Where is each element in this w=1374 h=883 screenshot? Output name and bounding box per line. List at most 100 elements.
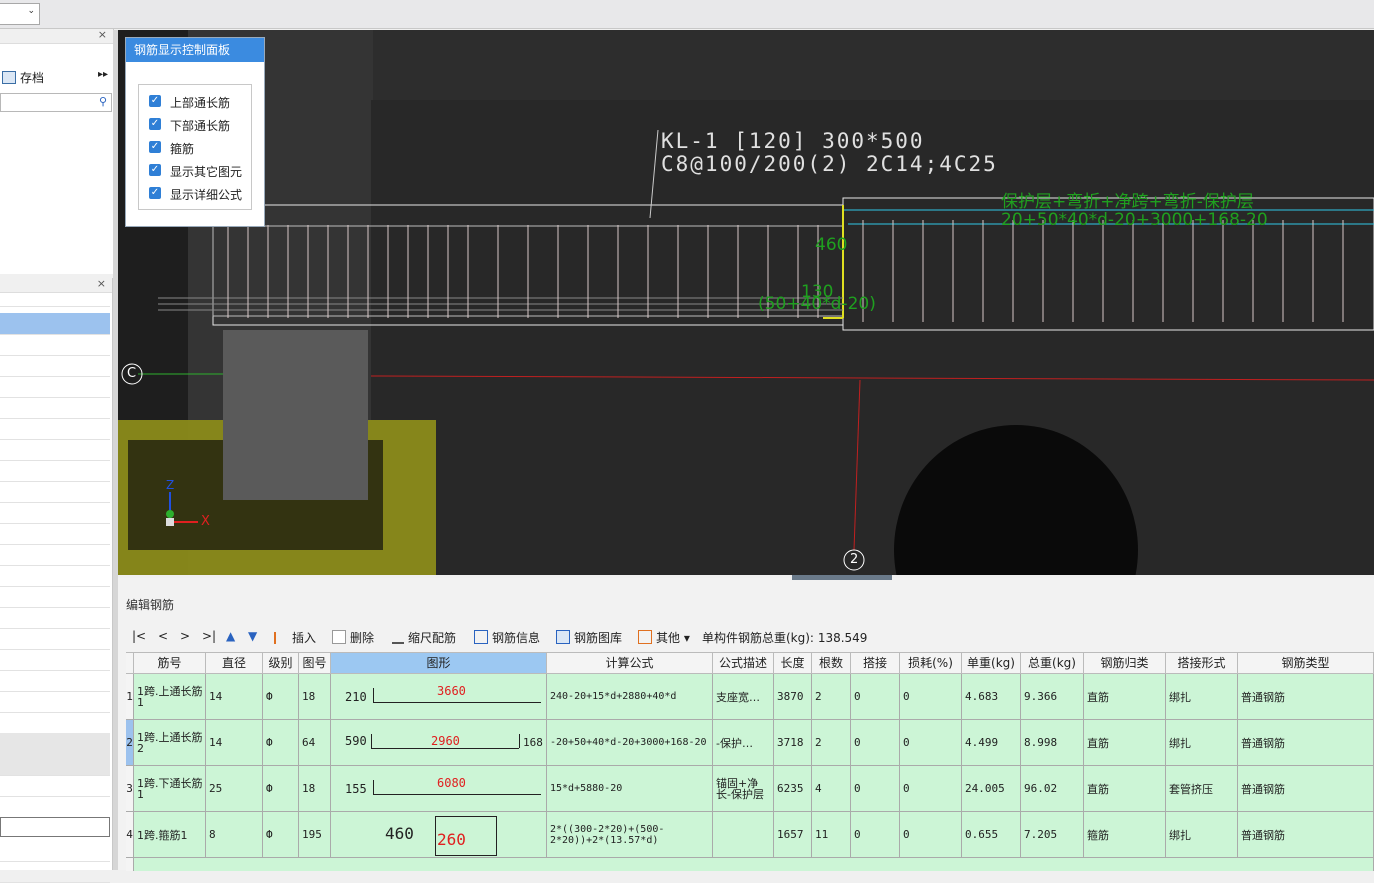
list-item[interactable] xyxy=(0,355,110,377)
list-item[interactable] xyxy=(0,861,110,883)
cell-total-weight[interactable]: 9.366 xyxy=(1021,674,1084,720)
cell-lap[interactable]: 0 xyxy=(851,766,900,812)
cell-rebar-type[interactable]: 普通钢筋 xyxy=(1238,674,1374,720)
list-item[interactable] xyxy=(0,607,110,629)
cell-bar-name[interactable]: 1跨.箍筋1 xyxy=(134,812,206,858)
cell-formula-desc[interactable]: -保护… xyxy=(713,720,774,766)
list-item[interactable] xyxy=(0,292,110,307)
column-header[interactable]: 根数 xyxy=(812,653,851,674)
cell-rebar-type[interactable]: 普通钢筋 xyxy=(1238,766,1374,812)
cell-lap[interactable]: 0 xyxy=(851,674,900,720)
list-item[interactable] xyxy=(0,565,110,587)
list-item[interactable] xyxy=(0,439,110,461)
cell-formula[interactable]: -20+50+40*d-20+3000+168-20 xyxy=(547,720,713,766)
cell-formula[interactable]: 240-20+15*d+2880+40*d xyxy=(547,674,713,720)
move-up-icon[interactable]: ▲ xyxy=(226,629,235,643)
row-number[interactable]: 3 xyxy=(126,766,134,812)
cell-bar-name[interactable]: 1跨.上通长筋2 xyxy=(134,720,206,766)
cell-category[interactable]: 直筋 xyxy=(1084,674,1166,720)
cell-length[interactable]: 1657 xyxy=(774,812,812,858)
cell-category[interactable]: 箍筋 xyxy=(1084,812,1166,858)
close-icon[interactable]: × xyxy=(98,28,107,41)
column-header[interactable]: 损耗(%) xyxy=(900,653,962,674)
cell-count[interactable]: 2 xyxy=(812,720,851,766)
list-item[interactable] xyxy=(0,313,110,335)
delete-button[interactable]: 删除 xyxy=(332,629,374,646)
search-input[interactable]: ⚲ xyxy=(0,93,112,112)
cell-unit-weight[interactable]: 4.499 xyxy=(962,720,1021,766)
column-header[interactable]: 钢筋归类 xyxy=(1084,653,1166,674)
floor-select[interactable]: ⌄ xyxy=(0,3,40,25)
cell-lap-type[interactable]: 套管挤压 xyxy=(1166,766,1238,812)
cell-figure-no[interactable]: 18 xyxy=(299,766,331,812)
list-item[interactable] xyxy=(0,418,110,440)
list-item[interactable] xyxy=(0,397,110,419)
cell-shape[interactable]: 590 2960 168 xyxy=(331,720,547,766)
checkbox-checked-icon[interactable]: ✓ xyxy=(149,141,161,153)
list-item[interactable] xyxy=(0,649,110,671)
insert-button[interactable]: 插入 xyxy=(274,629,316,646)
list-item[interactable] xyxy=(0,481,110,503)
list-item[interactable] xyxy=(0,460,110,482)
column-header[interactable]: 直径(mm) xyxy=(206,653,263,691)
cell-lap-type[interactable]: 绑扎 xyxy=(1166,812,1238,858)
list-item[interactable] xyxy=(0,840,110,862)
cell-grade[interactable]: Ф xyxy=(263,812,299,858)
cell-figure-no[interactable]: 18 xyxy=(299,674,331,720)
list-item[interactable] xyxy=(0,796,110,818)
cell-count[interactable]: 2 xyxy=(812,674,851,720)
property-input[interactable] xyxy=(0,817,110,837)
cell-count[interactable]: 4 xyxy=(812,766,851,812)
cell-length[interactable]: 3870 xyxy=(774,674,812,720)
list-item[interactable] xyxy=(0,691,110,713)
cell-diameter[interactable]: 14 xyxy=(206,720,263,766)
list-item[interactable] xyxy=(0,670,110,692)
cell-grade[interactable]: Ф xyxy=(263,720,299,766)
list-item[interactable] xyxy=(0,334,110,356)
cell-formula[interactable]: 2*((300-2*20)+(500-2*20))+2*(13.57*d) xyxy=(547,812,713,858)
column-header[interactable]: 搭接形式 xyxy=(1166,653,1238,674)
row-number[interactable] xyxy=(126,858,134,871)
list-item[interactable] xyxy=(0,523,110,545)
rebar-info-button[interactable]: 钢筋信息 xyxy=(474,629,540,646)
cell-diameter[interactable]: 14 xyxy=(206,674,263,720)
checkbox-checked-icon[interactable]: ✓ xyxy=(149,164,161,176)
cell-lap-type[interactable]: 绑扎 xyxy=(1166,720,1238,766)
cell-unit-weight[interactable]: 4.683 xyxy=(962,674,1021,720)
cell-rebar-type[interactable]: 普通钢筋 xyxy=(1238,812,1374,858)
cell-total-weight[interactable]: 7.205 xyxy=(1021,812,1084,858)
checkbox-checked-icon[interactable]: ✓ xyxy=(149,118,161,130)
cell-diameter[interactable]: 25 xyxy=(206,766,263,812)
list-item[interactable] xyxy=(0,712,110,734)
list-item[interactable] xyxy=(0,628,110,650)
cell-total-weight[interactable]: 96.02 xyxy=(1021,766,1084,812)
column-header[interactable]: 筋号 xyxy=(134,653,206,674)
cell-loss[interactable]: 0 xyxy=(900,674,962,720)
last-record-button[interactable]: >| xyxy=(202,629,216,643)
cell-diameter[interactable]: 8 xyxy=(206,812,263,858)
list-item[interactable] xyxy=(0,754,110,776)
cell-bar-name[interactable]: 1跨.上通长筋1 xyxy=(134,674,206,720)
cell-shape[interactable]: 460 260 xyxy=(331,812,547,858)
cell-length[interactable]: 6235 xyxy=(774,766,812,812)
cell-loss[interactable]: 0 xyxy=(900,720,962,766)
checkbox-checked-icon[interactable]: ✓ xyxy=(149,95,161,107)
cell-category[interactable]: 直筋 xyxy=(1084,766,1166,812)
list-item[interactable] xyxy=(0,502,110,524)
column-header[interactable]: 图号 xyxy=(299,653,331,674)
table-row-partial[interactable] xyxy=(134,858,1374,871)
list-item[interactable] xyxy=(0,586,110,608)
other-menu-button[interactable]: 其他 ▾ xyxy=(638,629,690,646)
cell-lap-type[interactable]: 绑扎 xyxy=(1166,674,1238,720)
cell-shape[interactable]: 155 6080 xyxy=(331,766,547,812)
cell-length[interactable]: 3718 xyxy=(774,720,812,766)
row-number[interactable]: 4 xyxy=(126,812,134,858)
column-header[interactable]: 钢筋类型 xyxy=(1238,653,1374,674)
checkbox-checked-icon[interactable]: ✓ xyxy=(149,187,161,199)
cell-rebar-type[interactable]: 普通钢筋 xyxy=(1238,720,1374,766)
fast-forward-icon[interactable]: ▸▸ xyxy=(98,69,108,80)
3d-viewport[interactable]: KL-1 [120] 300*500 C8@100/200(2) 2C14;4C… xyxy=(118,30,1374,575)
list-item[interactable] xyxy=(0,733,110,755)
cell-figure-no[interactable]: 195 xyxy=(299,812,331,858)
prev-record-button[interactable]: < xyxy=(158,629,168,643)
